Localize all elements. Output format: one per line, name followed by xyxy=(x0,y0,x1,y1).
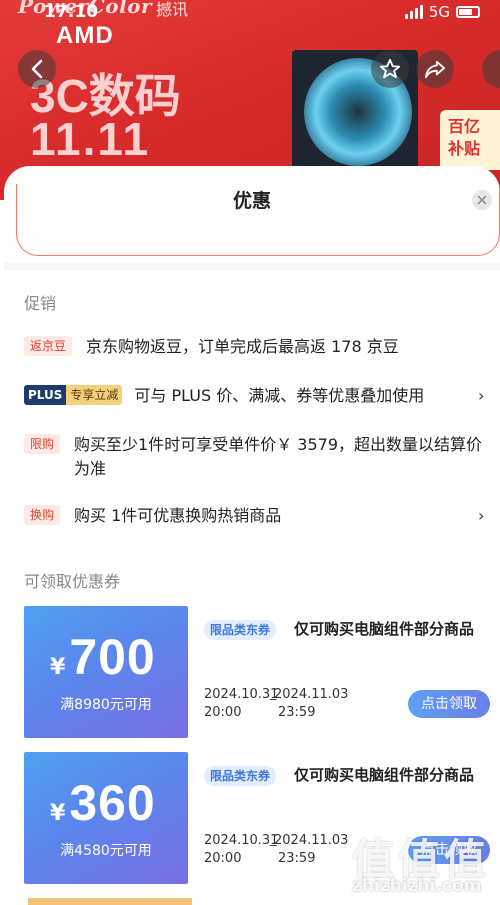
coupon-value-panel: ¥ 360 满4580元可用 xyxy=(19,752,188,884)
star-icon xyxy=(379,58,401,79)
promo-text: 京东购物返豆，订单完成后最高返 178 京豆 xyxy=(86,337,399,356)
watermark-url: zhizhizhi.com xyxy=(352,876,482,896)
promo-tag: 返京豆 xyxy=(24,336,73,356)
signal-icon xyxy=(404,5,423,19)
next-coupon-peek xyxy=(28,898,192,905)
coupon-type-tag: 限品类东券 xyxy=(204,766,277,786)
coupons-title: 可领取优惠券 xyxy=(24,572,121,591)
start-time: 20:00 xyxy=(204,705,242,720)
promo-text: 购买 1件可优惠换购热销商品 xyxy=(74,506,282,525)
sheet-title: 优惠 xyxy=(232,190,271,212)
subsidy-badge: 百亿 补贴 xyxy=(440,110,500,170)
brand-suffix: 撼讯 xyxy=(156,0,189,19)
end-date: 2024.11.03 xyxy=(274,833,349,848)
coupon-condition: 满4580元可用 xyxy=(60,843,152,859)
coupon-amount: ¥ 700 xyxy=(50,628,156,686)
promo-row-plus[interactable]: PLUS 专享立减 可与 PLUS 价、满减、券等优惠叠加使用 › xyxy=(24,384,490,408)
battery-icon xyxy=(456,6,480,18)
banner-date: 11.11 xyxy=(30,113,151,165)
promo-text: 可与 PLUS 价、满减、券等优惠叠加使用 xyxy=(134,386,425,405)
coupon-description: 仅可购买电脑组件部分商品 xyxy=(294,766,475,784)
coupon-end: 2024.11.03 23:59 xyxy=(274,832,348,868)
promo-row-jingdou: 返京豆 京东购物返豆，订单完成后最高返 178 京豆 xyxy=(24,335,490,359)
promo-tag: 换购 xyxy=(24,505,61,525)
end-date: 2024.11.03 xyxy=(274,687,349,702)
status-time: 17:10 xyxy=(44,2,99,22)
exclusive-label: 专享立减 xyxy=(66,385,123,405)
end-time: 23:59 xyxy=(278,705,316,720)
close-icon xyxy=(477,195,487,205)
share-button[interactable] xyxy=(416,50,454,88)
coupon-start: 2024.10.31 20:00 xyxy=(204,832,278,868)
promo-row-limit: 限购 购买至少1件时可享受单件价￥ 3579，超出数量以结算价为准 xyxy=(24,433,490,481)
coupon-type-tag: 限品类东券 xyxy=(204,620,277,640)
claim-coupon-button[interactable]: 点击领取 xyxy=(408,690,490,718)
status-indicators: 5G xyxy=(404,3,480,21)
start-time: 20:00 xyxy=(204,851,242,866)
share-icon xyxy=(424,60,445,79)
coupon-end: 2024.11.03 23:59 xyxy=(274,686,348,722)
currency-symbol: ¥ xyxy=(50,655,66,680)
coupon-card: ¥ 700 满8980元可用 限品类东券 仅可购买电脑组件部分商品 2024.1… xyxy=(19,606,496,738)
coupon-amount-value: 360 xyxy=(69,775,156,831)
coupon-value-panel: ¥ 700 满8980元可用 xyxy=(19,606,188,738)
promo-row-exchange[interactable]: 换购 购买 1件可优惠换购热销商品 › xyxy=(24,504,490,528)
promotions-title: 促销 xyxy=(24,294,57,313)
coupon-description: 仅可购买电脑组件部分商品 xyxy=(294,620,475,638)
chevron-left-icon xyxy=(31,59,43,79)
coupon-start: 2024.10.31 20:00 xyxy=(204,686,278,722)
network-label: 5G xyxy=(428,3,450,21)
promo-tag: 限购 xyxy=(24,434,61,454)
end-time: 23:59 xyxy=(278,851,316,866)
section-divider xyxy=(4,262,500,270)
coupon-amount: ¥ 360 xyxy=(50,774,156,832)
coupon-condition: 满8980元可用 xyxy=(60,697,152,713)
favorite-button[interactable] xyxy=(371,50,409,88)
plus-badge: PLUS 专享立减 xyxy=(24,385,123,405)
start-date: 2024.10.31 xyxy=(204,833,279,848)
chevron-right-icon: › xyxy=(478,506,485,525)
chevron-right-icon: › xyxy=(478,386,485,405)
plus-label: PLUS xyxy=(24,385,67,405)
back-button[interactable] xyxy=(18,50,56,88)
close-button[interactable] xyxy=(472,190,492,210)
start-date: 2024.10.31 xyxy=(204,687,279,702)
promo-text: 购买至少1件时可享受单件价￥ 3579，超出数量以结算价为准 xyxy=(74,435,483,478)
amd-logo: AMD xyxy=(56,22,114,49)
currency-symbol: ¥ xyxy=(50,801,66,826)
coupon-amount-value: 700 xyxy=(69,629,156,685)
